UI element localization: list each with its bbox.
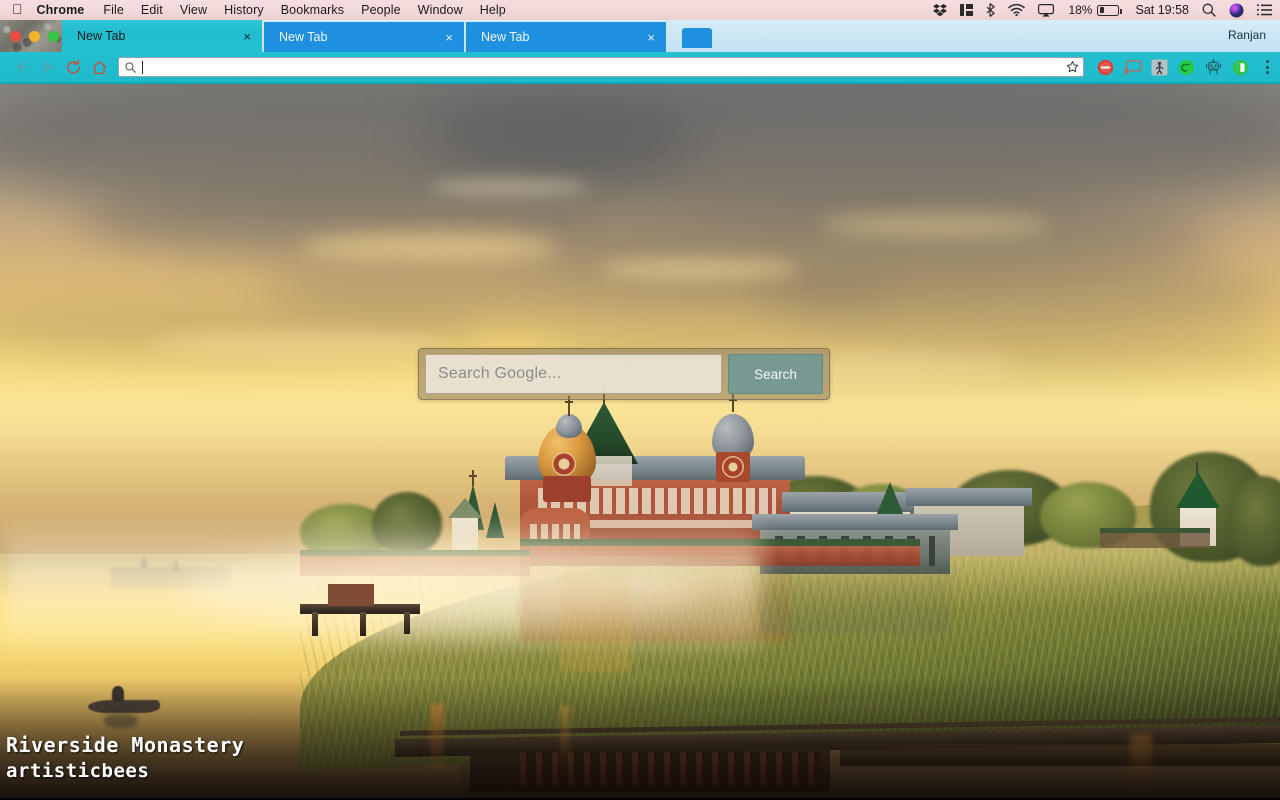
bluetooth-icon[interactable] xyxy=(986,3,996,17)
green-circle-extension-icon[interactable] xyxy=(1177,58,1195,76)
right-wall-ridge xyxy=(1100,528,1210,533)
photo-author[interactable]: artisticbees xyxy=(6,759,244,784)
text-cursor xyxy=(142,60,143,74)
cast-icon[interactable] xyxy=(1123,58,1141,76)
tab-1[interactable]: New Tab × xyxy=(62,20,262,52)
dome-rosette xyxy=(722,456,744,478)
robot-extension-icon[interactable] xyxy=(1204,58,1222,76)
photo-title: Riverside Monastery xyxy=(6,733,245,758)
tab-list: New Tab × New Tab × New Tab × xyxy=(62,20,712,52)
address-bar[interactable] xyxy=(118,57,1084,77)
figure-extension-icon[interactable] xyxy=(1150,58,1168,76)
battery-percent-label: 18% xyxy=(1068,3,1093,17)
dome-reflection xyxy=(560,562,630,672)
menubar-clock[interactable]: Sat 19:58 xyxy=(1135,3,1189,17)
browser-toolbar xyxy=(0,52,1280,84)
new-tab-page: Search Google... Search Riverside Monast… xyxy=(0,84,1280,798)
tab-title: New Tab xyxy=(481,30,530,44)
apple-logo-icon[interactable]:  xyxy=(12,2,23,16)
dropbox-icon[interactable] xyxy=(933,3,948,17)
minimize-button[interactable] xyxy=(29,31,40,42)
menu-item-people[interactable]: People xyxy=(361,3,401,17)
forward-arrow-icon[interactable] xyxy=(34,54,60,80)
jetty-post xyxy=(312,612,318,636)
tower-finial xyxy=(1196,462,1198,474)
cross-icon xyxy=(469,470,476,486)
wifi-icon[interactable] xyxy=(1008,4,1026,16)
back-arrow-icon[interactable] xyxy=(8,54,34,80)
menu-item-bookmarks[interactable]: Bookmarks xyxy=(281,3,344,17)
cloud-highlight xyxy=(820,214,1050,236)
dome-drum xyxy=(543,476,591,502)
tab-2[interactable]: New Tab × xyxy=(264,22,464,52)
search-button[interactable]: Search xyxy=(728,354,823,394)
star-icon[interactable] xyxy=(1066,61,1079,74)
macos-menu-bar:  Chrome File Edit View History Bookmark… xyxy=(0,0,1280,20)
jetty-post xyxy=(360,612,366,636)
menu-item-window[interactable]: Window xyxy=(418,3,463,17)
menu-item-help[interactable]: Help xyxy=(480,3,506,17)
menu-item-history[interactable]: History xyxy=(224,3,264,17)
battery-icon[interactable] xyxy=(1097,4,1123,16)
home-icon[interactable] xyxy=(86,54,112,80)
ruined-building-roof xyxy=(752,514,958,530)
green-spire xyxy=(876,482,904,516)
tab-strip: New Tab × New Tab × New Tab × Ranjan xyxy=(0,20,1280,52)
tab-close-icon[interactable]: × xyxy=(644,31,658,44)
notification-center-icon[interactable] xyxy=(1257,4,1272,16)
menu-item-edit[interactable]: Edit xyxy=(141,3,163,17)
menu-item-chrome[interactable]: Chrome xyxy=(37,3,85,17)
google-search-widget: Search Google... Search xyxy=(418,348,830,400)
search-input[interactable]: Search Google... xyxy=(425,354,722,394)
dome-drum-cap xyxy=(556,414,582,438)
siri-icon[interactable] xyxy=(1229,3,1244,18)
cloud-highlight xyxy=(600,259,800,279)
jetty-shed xyxy=(328,584,374,606)
menu-item-file[interactable]: File xyxy=(103,3,124,17)
tab-close-icon[interactable]: × xyxy=(442,31,456,44)
close-button[interactable] xyxy=(10,31,21,42)
adblock-icon[interactable] xyxy=(1096,58,1114,76)
right-wall xyxy=(1100,532,1210,548)
airplay-icon[interactable] xyxy=(1038,3,1055,17)
menubar-status-area: 18% Sat 19:58 xyxy=(920,3,1272,18)
chrome-browser-window: New Tab × New Tab × New Tab × Ranjan Sea… xyxy=(0,20,1280,800)
cloud-highlight xyxy=(430,179,590,195)
jetty-post xyxy=(404,612,410,634)
extension-icons xyxy=(1090,58,1272,76)
new-tab-button[interactable] xyxy=(682,28,712,48)
photo-caption: Riverside Monastery artisticbees xyxy=(6,732,244,784)
tab-3[interactable]: New Tab × xyxy=(466,22,666,52)
reload-icon[interactable] xyxy=(60,54,86,80)
profile-name-label[interactable]: Ranjan xyxy=(1228,28,1266,42)
zoom-button[interactable] xyxy=(48,31,59,42)
tab-title: New Tab xyxy=(279,30,328,44)
spotlight-search-icon[interactable] xyxy=(1202,3,1216,17)
search-icon xyxy=(125,61,136,73)
columns-icon[interactable] xyxy=(960,4,974,16)
tab-title: New Tab xyxy=(77,29,126,43)
menu-item-view[interactable]: View xyxy=(180,3,207,17)
kebab-menu-icon[interactable] xyxy=(1258,60,1272,74)
outbuilding-roof xyxy=(906,488,1032,506)
cloud-highlight xyxy=(150,334,450,356)
building-reflection xyxy=(760,564,950,634)
green-tab-extension-icon[interactable] xyxy=(1231,58,1249,76)
cloud-highlight xyxy=(300,234,560,260)
corner-tower-roof xyxy=(1176,472,1220,508)
window-traffic-lights xyxy=(10,31,59,42)
tab-close-icon[interactable]: × xyxy=(240,30,254,43)
dome-rosette xyxy=(552,452,576,476)
screen-root:  Chrome File Edit View History Bookmark… xyxy=(0,0,1280,800)
